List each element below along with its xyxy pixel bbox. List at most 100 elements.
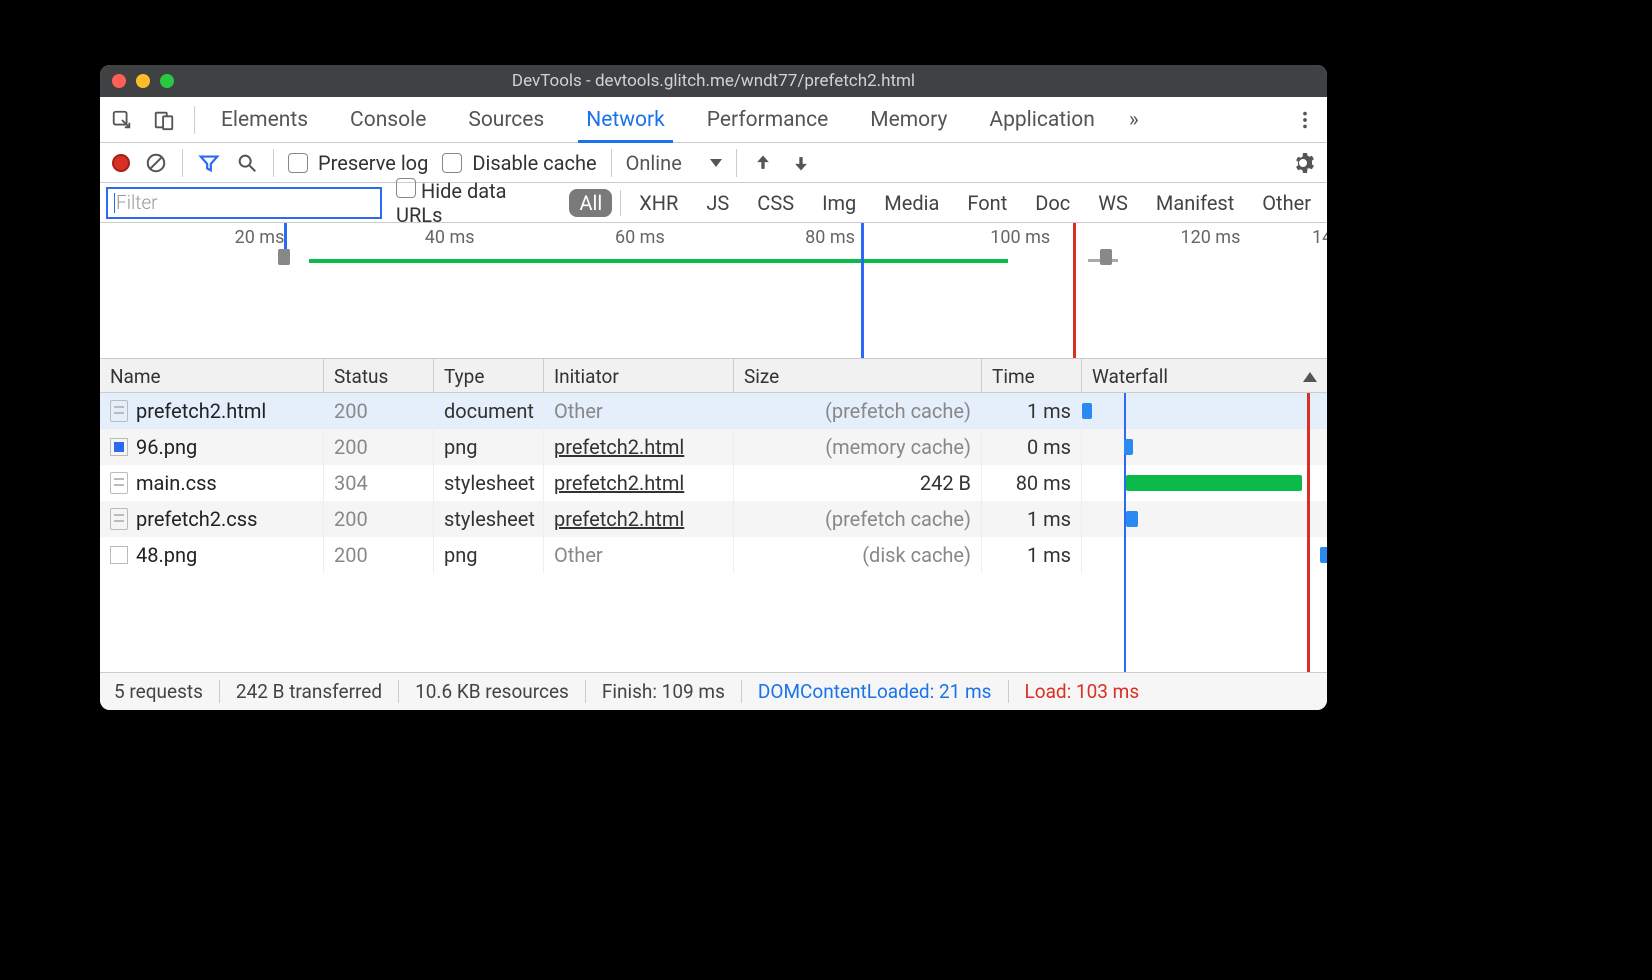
zoom-window-button[interactable] xyxy=(160,74,174,88)
hide-data-urls-checkbox[interactable]: Hide data URLs xyxy=(396,178,555,227)
tab-elements[interactable]: Elements xyxy=(213,97,316,142)
tab-sources[interactable]: Sources xyxy=(460,97,552,142)
more-tabs-button[interactable]: » xyxy=(1121,97,1147,142)
overview-tick: 60 ms xyxy=(615,227,665,248)
filter-placeholder: Filter xyxy=(116,191,158,214)
kebab-menu-icon[interactable] xyxy=(1293,108,1317,132)
cell-time: 80 ms xyxy=(982,465,1082,501)
disable-cache-checkbox[interactable]: Disable cache xyxy=(442,151,596,175)
checkbox-icon xyxy=(442,153,462,173)
cell-name: main.css xyxy=(100,465,324,501)
status-bar: 5 requests 242 B transferred 10.6 KB res… xyxy=(100,672,1327,710)
throttling-select[interactable]: Online xyxy=(626,151,722,175)
timeline-overview[interactable]: 20 ms40 ms60 ms80 ms100 ms120 ms14 xyxy=(100,223,1327,359)
filter-chip-js[interactable]: JS xyxy=(696,189,739,217)
status-finish: Finish: 109 ms xyxy=(586,680,742,703)
overview-tick: 100 ms xyxy=(990,227,1050,248)
minimize-window-button[interactable] xyxy=(136,74,150,88)
separator xyxy=(194,106,195,134)
filter-chip-all[interactable]: All xyxy=(569,189,612,217)
cell-initiator[interactable]: prefetch2.html xyxy=(544,429,734,465)
overview-tick: 14 xyxy=(1312,227,1327,248)
filter-chip-font[interactable]: Font xyxy=(957,189,1017,217)
upload-har-icon[interactable] xyxy=(751,151,775,175)
cell-time: 1 ms xyxy=(982,393,1082,429)
col-type[interactable]: Type xyxy=(434,359,544,394)
cell-name: prefetch2.html xyxy=(100,393,324,429)
request-name: prefetch2.html xyxy=(136,399,266,423)
cell-size: 242 B xyxy=(734,465,982,501)
col-waterfall[interactable]: Waterfall xyxy=(1082,359,1327,394)
image-icon xyxy=(110,546,128,564)
table-row[interactable]: main.css304stylesheetprefetch2.html242 B… xyxy=(100,465,1327,501)
tab-application[interactable]: Application xyxy=(981,97,1102,142)
settings-gear-icon[interactable] xyxy=(1291,151,1315,175)
cell-initiator: Other xyxy=(544,537,734,573)
titlebar: DevTools - devtools.glitch.me/wndt77/pre… xyxy=(100,65,1327,97)
inspect-element-icon[interactable] xyxy=(110,108,134,132)
status-load: Load: 103 ms xyxy=(1009,680,1156,703)
overview-handle-left[interactable] xyxy=(278,249,290,265)
filter-chip-other[interactable]: Other xyxy=(1252,189,1321,217)
cell-status: 200 xyxy=(324,429,434,465)
filter-bar: Filter Hide data URLs AllXHRJSCSSImgMedi… xyxy=(100,183,1327,223)
tab-performance[interactable]: Performance xyxy=(699,97,836,142)
col-name[interactable]: Name xyxy=(100,359,324,394)
cell-time: 1 ms xyxy=(982,537,1082,573)
tab-console[interactable]: Console xyxy=(342,97,434,142)
cell-size: (disk cache) xyxy=(734,537,982,573)
disable-cache-label: Disable cache xyxy=(472,151,596,175)
cell-size: (memory cache) xyxy=(734,429,982,465)
filter-input[interactable]: Filter xyxy=(106,187,382,219)
close-window-button[interactable] xyxy=(112,74,126,88)
overview-tick: 80 ms xyxy=(805,227,855,248)
request-name: 96.png xyxy=(136,435,197,459)
tab-network[interactable]: Network xyxy=(578,97,673,142)
waterfall-bar xyxy=(1082,403,1092,419)
device-toolbar-icon[interactable] xyxy=(152,108,176,132)
col-initiator[interactable]: Initiator xyxy=(544,359,734,394)
file-icon xyxy=(110,472,128,494)
table-row[interactable]: prefetch2.css200stylesheetprefetch2.html… xyxy=(100,501,1327,537)
filter-chip-doc[interactable]: Doc xyxy=(1025,189,1080,217)
status-resources: 10.6 KB resources xyxy=(399,680,586,703)
cell-type: png xyxy=(434,537,544,573)
window-title: DevTools - devtools.glitch.me/wndt77/pre… xyxy=(100,71,1327,91)
preserve-log-checkbox[interactable]: Preserve log xyxy=(288,151,428,175)
cell-name: prefetch2.css xyxy=(100,501,324,537)
filter-chip-img[interactable]: Img xyxy=(812,189,866,217)
filter-chip-media[interactable]: Media xyxy=(874,189,949,217)
search-icon[interactable] xyxy=(235,151,259,175)
table-row[interactable]: prefetch2.html200documentOther(prefetch … xyxy=(100,393,1327,429)
filter-icon[interactable] xyxy=(197,151,221,175)
col-size[interactable]: Size xyxy=(734,359,982,394)
table-row[interactable]: 48.png200pngOther(disk cache)1 ms xyxy=(100,537,1327,573)
network-toolbar: Preserve log Disable cache Online xyxy=(100,143,1327,183)
waterfall-bar xyxy=(1126,475,1302,491)
filter-chip-xhr[interactable]: XHR xyxy=(629,189,688,217)
overview-handle-right[interactable] xyxy=(1100,249,1112,265)
cell-initiator[interactable]: prefetch2.html xyxy=(544,501,734,537)
sort-ascending-icon xyxy=(1303,372,1317,382)
image-icon xyxy=(110,438,128,456)
clear-icon[interactable] xyxy=(144,151,168,175)
status-dcl: DOMContentLoaded: 21 ms xyxy=(742,680,1009,703)
table-row[interactable]: 96.png200pngprefetch2.html(memory cache)… xyxy=(100,429,1327,465)
cell-waterfall xyxy=(1082,393,1327,429)
record-button[interactable] xyxy=(112,154,130,172)
cell-size: (prefetch cache) xyxy=(734,393,982,429)
cell-name: 48.png xyxy=(100,537,324,573)
cell-time: 1 ms xyxy=(982,501,1082,537)
preserve-log-label: Preserve log xyxy=(318,151,428,175)
download-har-icon[interactable] xyxy=(789,151,813,175)
col-status[interactable]: Status xyxy=(324,359,434,394)
tab-memory[interactable]: Memory xyxy=(862,97,955,142)
overview-tick: 20 ms xyxy=(235,227,285,248)
panel-tabs: Elements Console Sources Network Performance… xyxy=(100,97,1327,143)
filter-chip-manifest[interactable]: Manifest xyxy=(1146,189,1244,217)
filter-chip-css[interactable]: CSS xyxy=(747,189,804,217)
cell-size: (prefetch cache) xyxy=(734,501,982,537)
cell-initiator[interactable]: prefetch2.html xyxy=(544,465,734,501)
col-time[interactable]: Time xyxy=(982,359,1082,394)
filter-chip-ws[interactable]: WS xyxy=(1088,189,1138,217)
